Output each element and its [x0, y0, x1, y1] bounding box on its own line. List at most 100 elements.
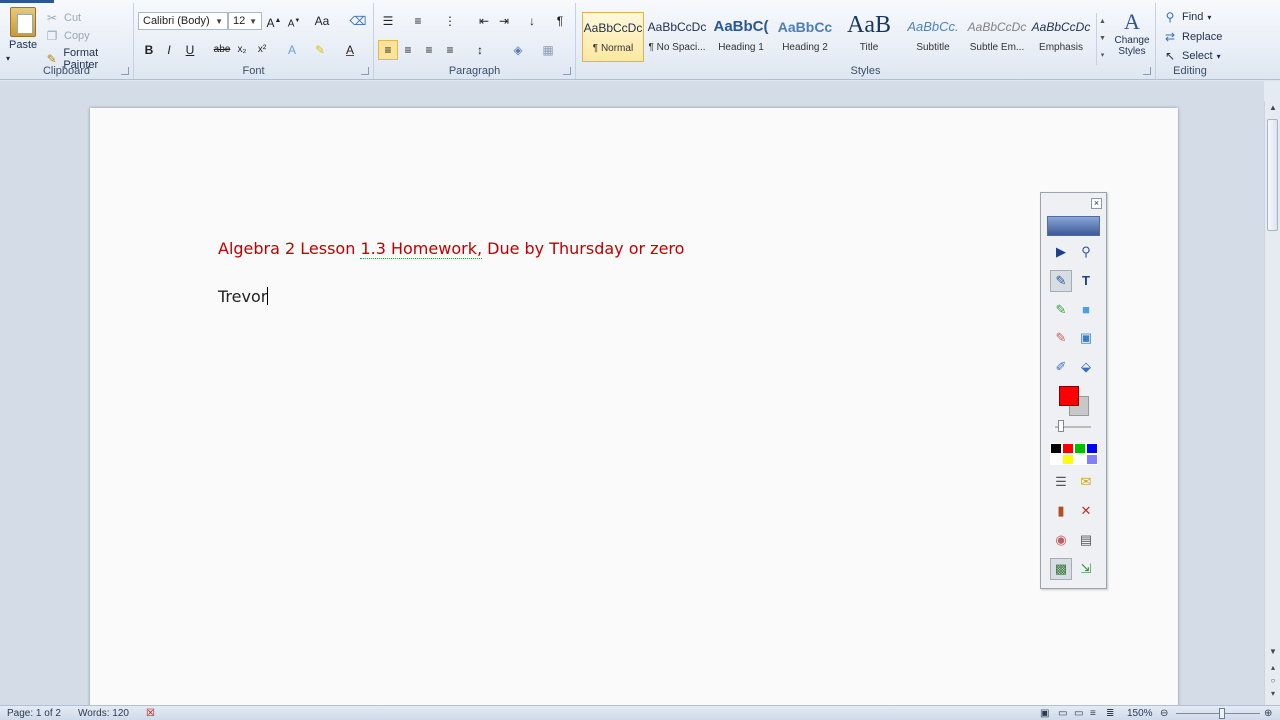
- decrease-indent-icon[interactable]: ⇤: [474, 11, 494, 31]
- change-styles-button[interactable]: A Change Styles: [1112, 9, 1152, 57]
- underline-button[interactable]: U: [180, 40, 200, 60]
- increase-indent-icon[interactable]: ⇥: [494, 11, 514, 31]
- screen-capture-icon[interactable]: ▩: [1050, 558, 1072, 580]
- chevron-up-icon[interactable]: ▲: [1097, 13, 1108, 30]
- borders-icon[interactable]: ▦: [538, 40, 558, 60]
- palette-swatch[interactable]: [1074, 454, 1086, 465]
- ruler-toggle-icon[interactable]: [1264, 81, 1280, 101]
- style-heading-1[interactable]: AaBbC( Heading 1: [710, 12, 772, 62]
- style-subtle-emphasis[interactable]: AaBbCcDc Subtle Em...: [966, 12, 1028, 62]
- styles-scroll[interactable]: ▲ ▼ ▾: [1096, 13, 1108, 65]
- export-icon[interactable]: ⇲: [1075, 558, 1097, 580]
- scroll-up-icon[interactable]: ▲: [1265, 101, 1280, 115]
- more-icon[interactable]: ▾: [1097, 47, 1108, 64]
- align-right-icon[interactable]: ≡: [419, 40, 439, 60]
- vertical-scrollbar[interactable]: ▲ ▼ ▴ ○ ▾: [1264, 101, 1280, 705]
- subscript-button[interactable]: x₂: [232, 40, 252, 60]
- print-icon[interactable]: ▤: [1075, 529, 1097, 551]
- numbering-icon[interactable]: ≡: [408, 11, 428, 31]
- copy-button[interactable]: ❐ Copy: [44, 28, 90, 44]
- zoom-knob[interactable]: [1219, 708, 1225, 719]
- next-page-icon[interactable]: ▾: [1265, 687, 1280, 701]
- highlight-icon[interactable]: ✎: [310, 40, 330, 60]
- image-icon[interactable]: ▣: [1075, 327, 1097, 349]
- shrink-font-button[interactable]: A▼: [284, 11, 304, 31]
- pen-width-knob[interactable]: [1058, 420, 1064, 432]
- highlighter-icon[interactable]: ✎: [1050, 299, 1072, 321]
- mouse-icon[interactable]: ◉: [1050, 529, 1072, 551]
- draft-icon[interactable]: ≣: [1106, 708, 1114, 719]
- clear-formatting-icon[interactable]: ⌫: [348, 11, 368, 31]
- styles-launcher-icon[interactable]: [1143, 67, 1151, 75]
- style-no-spacing[interactable]: AaBbCcDc ¶ No Spaci...: [646, 12, 708, 62]
- style-heading-2[interactable]: AaBbCc Heading 2: [774, 12, 836, 62]
- bookmark-icon[interactable]: ▮: [1050, 500, 1072, 522]
- font-launcher-icon[interactable]: [361, 67, 369, 75]
- page-count[interactable]: Page: 1 of 2: [7, 708, 61, 719]
- style-title[interactable]: AaB Title: [838, 12, 900, 62]
- bold-button[interactable]: B: [139, 40, 159, 60]
- pen-icon[interactable]: ✎: [1050, 270, 1072, 292]
- text-icon[interactable]: T: [1075, 270, 1097, 292]
- strikethrough-button[interactable]: abe: [212, 40, 232, 60]
- align-center-icon[interactable]: ≡: [398, 40, 418, 60]
- eraser-icon[interactable]: ✎: [1050, 327, 1072, 349]
- font-color-icon[interactable]: A: [340, 40, 360, 60]
- current-color-swatch[interactable]: [1059, 386, 1079, 406]
- cut-button[interactable]: ✂ Cut: [44, 10, 81, 26]
- shading-icon[interactable]: ◈: [508, 40, 528, 60]
- scroll-thumb[interactable]: [1267, 119, 1278, 231]
- sort-icon[interactable]: ↓: [522, 11, 542, 31]
- pointer-icon[interactable]: ▶: [1050, 241, 1072, 263]
- paragraph-launcher-icon[interactable]: [563, 67, 571, 75]
- palette-swatch[interactable]: [1062, 443, 1074, 454]
- zoom-icon[interactable]: ⚲: [1075, 241, 1097, 263]
- palette-swatch[interactable]: [1086, 454, 1098, 465]
- style-emphasis[interactable]: AaBbCcDc Emphasis: [1030, 12, 1092, 62]
- paste-icon[interactable]: [10, 7, 36, 37]
- align-left-icon[interactable]: ≡: [378, 40, 398, 60]
- chevron-down-icon[interactable]: ▼: [1097, 30, 1108, 47]
- palette-swatch[interactable]: [1086, 443, 1098, 454]
- browse-object-icon[interactable]: ○: [1265, 674, 1280, 688]
- style-subtitle[interactable]: AaBbCc. Subtitle: [902, 12, 964, 62]
- line-spacing-icon[interactable]: ↕: [470, 40, 490, 60]
- find-button[interactable]: ⚲ Find ▾: [1162, 9, 1212, 25]
- proofing-icon[interactable]: ☒: [146, 708, 155, 719]
- change-case-button[interactable]: Aa: [312, 11, 332, 31]
- print-layout-icon[interactable]: ▣: [1040, 708, 1049, 719]
- document-name-line[interactable]: Trevor: [218, 287, 269, 306]
- tools-icon[interactable]: ✕: [1075, 500, 1097, 522]
- zoom-slider[interactable]: [1176, 713, 1260, 714]
- palette-swatch[interactable]: [1074, 443, 1086, 454]
- document-heading[interactable]: Algebra 2 Lesson 1.3 Homework, Due by Th…: [218, 239, 684, 259]
- zoom-out-icon[interactable]: ⊖: [1160, 708, 1168, 719]
- zoom-level[interactable]: 150%: [1127, 708, 1153, 719]
- font-size-select[interactable]: 12 ▼: [228, 12, 262, 30]
- select-button[interactable]: ↖ Select ▾: [1162, 48, 1221, 64]
- multilevel-list-icon[interactable]: ⋮: [440, 11, 460, 31]
- palette-swatch[interactable]: [1062, 454, 1074, 465]
- palette-swatch[interactable]: [1050, 443, 1062, 454]
- note-icon[interactable]: ✉: [1075, 471, 1097, 493]
- fill-icon[interactable]: ⬙: [1075, 356, 1097, 378]
- scroll-down-icon[interactable]: ▼: [1265, 645, 1280, 659]
- shape-icon[interactable]: ■: [1075, 299, 1097, 321]
- justify-icon[interactable]: ≡: [440, 40, 460, 60]
- paste-button[interactable]: Paste: [9, 39, 37, 51]
- clipboard-launcher-icon[interactable]: [121, 67, 129, 75]
- dropper-icon[interactable]: ✐: [1050, 356, 1072, 378]
- paste-dropdown-icon[interactable]: ▾: [6, 54, 10, 63]
- palette-swatch[interactable]: [1050, 454, 1062, 465]
- close-icon[interactable]: ×: [1091, 198, 1102, 209]
- word-count[interactable]: Words: 120: [78, 708, 129, 719]
- bullets-icon[interactable]: ☰: [378, 11, 398, 31]
- web-layout-icon[interactable]: ▭: [1074, 708, 1083, 719]
- document-page[interactable]: [90, 108, 1178, 720]
- show-marks-button[interactable]: ¶: [550, 11, 570, 31]
- text-effects-icon[interactable]: A: [282, 40, 302, 60]
- grow-font-button[interactable]: A▲: [264, 11, 284, 31]
- replace-button[interactable]: ⇄ Replace: [1162, 29, 1222, 45]
- italic-button[interactable]: I: [159, 40, 179, 60]
- style-normal[interactable]: AaBbCcDc ¶ Normal: [582, 12, 644, 62]
